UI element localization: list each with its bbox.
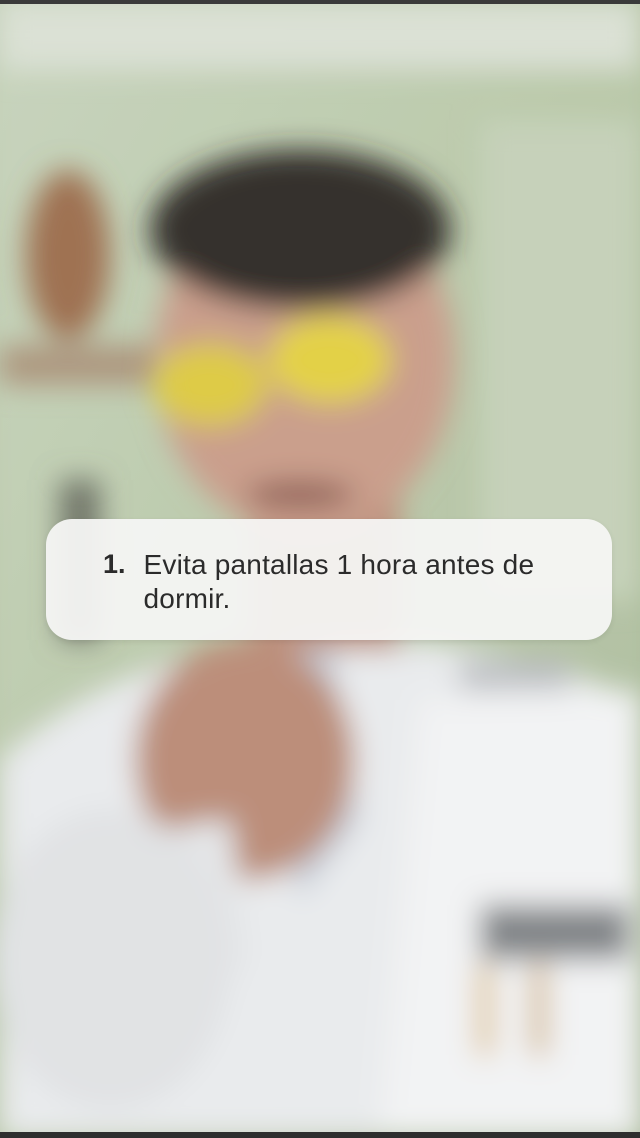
bottom-edge [0,1132,640,1138]
tip-number: 1. [103,549,126,579]
tip-card: 1. Evita pantallas 1 hora antes de dormi… [46,519,612,640]
top-edge [0,0,640,4]
tip-text: Evita pantallas 1 hora antes de dormir. [143,549,535,614]
